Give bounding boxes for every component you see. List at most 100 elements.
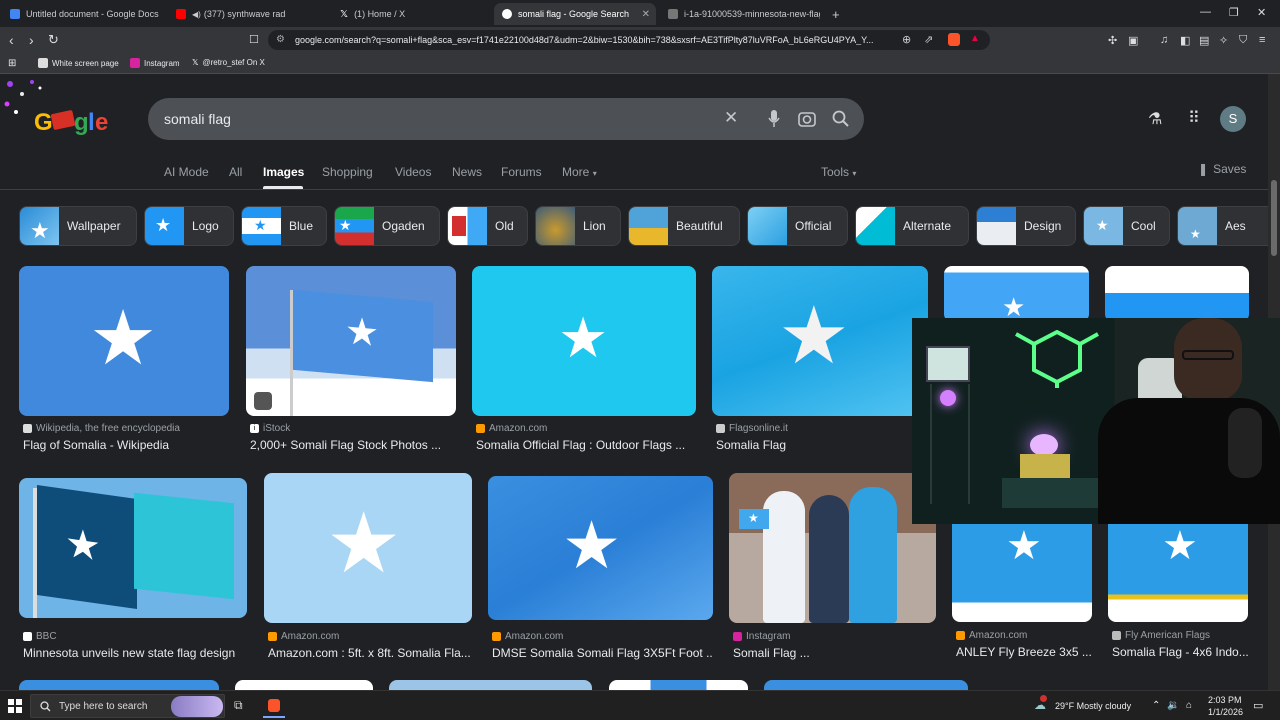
- result-source[interactable]: Fly American Flags: [1112, 630, 1210, 641]
- result-image-partial[interactable]: [764, 680, 968, 690]
- leo-ai-icon[interactable]: ✧: [1219, 34, 1228, 47]
- tab-all[interactable]: All: [229, 165, 242, 179]
- result-image-partial[interactable]: [389, 680, 592, 690]
- chip-lion[interactable]: Lion: [535, 206, 621, 246]
- tab-somali-flag-search[interactable]: somali flag - Google Search ✕: [494, 3, 656, 25]
- chip-logo[interactable]: ★ Logo: [144, 206, 234, 246]
- result-title[interactable]: Flag of Somalia - Wikipedia: [23, 438, 229, 452]
- labs-flask-icon[interactable]: ⚗: [1148, 109, 1162, 129]
- back-icon[interactable]: ‹: [9, 31, 14, 49]
- result-source[interactable]: Amazon.com: [476, 423, 547, 434]
- speaker-icon[interactable]: 🔉: [1167, 700, 1179, 711]
- result-image[interactable]: ★: [19, 478, 247, 618]
- result-card[interactable]: ★ Amazon.com Amazon.com : 5ft. x 8ft. So…: [264, 473, 472, 668]
- wallet-icon[interactable]: ▤: [1199, 34, 1209, 47]
- result-source[interactable]: i iStock: [250, 423, 290, 434]
- chip-design[interactable]: Design: [976, 206, 1076, 246]
- weather-text[interactable]: 29°F Mostly cloudy: [1055, 701, 1131, 711]
- result-image[interactable]: ★: [246, 266, 456, 416]
- bookmark-icon[interactable]: ☐: [249, 31, 259, 49]
- brave-taskbar-button[interactable]: [263, 694, 285, 718]
- result-source[interactable]: Amazon.com: [956, 630, 1027, 641]
- tab-shopping[interactable]: Shopping: [322, 165, 373, 179]
- result-image[interactable]: [1105, 266, 1249, 322]
- bookmark-instagram[interactable]: Instagram: [130, 58, 180, 68]
- result-image[interactable]: ★: [472, 266, 696, 416]
- tab-videos[interactable]: Videos: [395, 165, 431, 179]
- chip-aesthetic[interactable]: ★ Aes: [1177, 206, 1268, 246]
- result-title[interactable]: 2,000+ Somali Flag Stock Photos ...: [250, 438, 456, 452]
- zoom-icon[interactable]: ⊕: [902, 33, 911, 46]
- forward-icon[interactable]: ›: [29, 31, 34, 49]
- menu-icon[interactable]: ≡: [1259, 34, 1265, 46]
- task-view-icon[interactable]: ⧉: [234, 698, 243, 713]
- avatar[interactable]: S: [1220, 106, 1246, 132]
- apps-grid-icon[interactable]: ⊞: [8, 58, 16, 69]
- chip-cool[interactable]: ★ Cool: [1083, 206, 1170, 246]
- notification-icon[interactable]: ▭: [1253, 699, 1263, 712]
- search-box[interactable]: somali flag ✕: [148, 98, 864, 140]
- result-card[interactable]: ★: [944, 266, 1089, 326]
- result-title[interactable]: DMSE Somalia Somali Flag 3X5Ft Foot ...: [492, 646, 713, 660]
- close-window-icon[interactable]: ✕: [1257, 6, 1266, 19]
- result-card[interactable]: ★ i iStock 2,000+ Somali Flag Stock Photo…: [246, 266, 456, 456]
- result-card[interactable]: ★ Wikipedia, the free encyclopedia Flag …: [19, 266, 229, 456]
- scrollbar-thumb[interactable]: [1271, 180, 1277, 256]
- tab-youtube[interactable]: ◀) (377) synthwave radio beats: [168, 3, 286, 25]
- result-image[interactable]: ★: [19, 266, 229, 416]
- result-card[interactable]: [1105, 266, 1249, 326]
- restore-icon[interactable]: ❐: [1229, 6, 1239, 19]
- bookmark-white-screen[interactable]: White screen page: [38, 58, 119, 68]
- result-card[interactable]: ★ Amazon.com DMSE Somalia Somali Flag 3X…: [488, 476, 713, 668]
- result-card[interactable]: ★ Flagsonline.it Somalia Flag: [712, 266, 928, 456]
- result-image-partial[interactable]: [19, 680, 219, 690]
- tab-ai-mode[interactable]: AI Mode: [164, 165, 209, 179]
- tab-x-home[interactable]: 𝕏 (1) Home / X: [332, 3, 492, 25]
- tab-minnesota-flag[interactable]: i-1a-91000539-minnesota-new-flag: [660, 3, 820, 25]
- tab-more[interactable]: More ▾: [562, 165, 597, 179]
- result-image[interactable]: ★: [729, 473, 936, 623]
- tools-button[interactable]: Tools ▾: [821, 165, 856, 179]
- close-tab-icon[interactable]: ✕: [642, 9, 650, 20]
- chip-alternate[interactable]: Alternate: [855, 206, 969, 246]
- brave-rewards-icon[interactable]: ▲: [970, 33, 980, 44]
- minimize-icon[interactable]: —: [1200, 6, 1211, 18]
- search-icon[interactable]: [832, 110, 850, 128]
- tab-forums[interactable]: Forums: [501, 165, 542, 179]
- sidebar-icon[interactable]: ◧: [1180, 34, 1190, 47]
- vpn-icon[interactable]: ⛉: [1239, 34, 1247, 47]
- result-image-partial[interactable]: [609, 680, 748, 690]
- result-card[interactable]: ★ BBC Minnesota unveils new state flag d…: [19, 478, 247, 668]
- result-source[interactable]: Flagsonline.it: [716, 423, 788, 434]
- chip-beautiful[interactable]: Beautiful: [628, 206, 740, 246]
- lens-camera-icon[interactable]: [798, 110, 816, 128]
- result-title[interactable]: Amazon.com : 5ft. x 8ft. Somalia Fla...: [268, 646, 472, 660]
- result-card[interactable]: ★ Fly American Flags Somalia Flag - 4x6 …: [1108, 524, 1248, 668]
- chip-old[interactable]: Old: [447, 206, 528, 246]
- result-image[interactable]: ★: [952, 524, 1092, 622]
- tab-google-docs[interactable]: Untitled document - Google Docs: [2, 3, 168, 25]
- microphone-icon[interactable]: [768, 110, 780, 128]
- result-title[interactable]: Somali Flag ...: [733, 646, 936, 660]
- result-card[interactable]: ★ Amazon.com ANLEY Fly Breeze 3x5 ...: [952, 524, 1092, 668]
- result-source[interactable]: Amazon.com: [268, 631, 339, 642]
- brave-shields-icon[interactable]: [948, 33, 960, 46]
- result-image-partial[interactable]: [235, 680, 373, 690]
- result-card[interactable]: ★ Instagram Somali Flag ...: [729, 473, 936, 668]
- chip-ogaden[interactable]: ★ Ogaden: [334, 206, 440, 246]
- clock-time[interactable]: 2:03 PM: [1208, 695, 1242, 705]
- result-card[interactable]: ★ Amazon.com Somalia Official Flag : Out…: [472, 266, 696, 456]
- result-image[interactable]: ★: [488, 476, 713, 620]
- saves-button[interactable]: ❚ Saves: [1198, 162, 1246, 176]
- screenshot-icon[interactable]: ▣: [1128, 34, 1138, 47]
- result-image[interactable]: ★: [712, 266, 928, 416]
- result-source[interactable]: Wikipedia, the free encyclopedia: [23, 423, 180, 434]
- tray-chevron-icon[interactable]: ⌃: [1152, 700, 1160, 711]
- result-title[interactable]: Somalia Flag: [716, 438, 926, 452]
- bookmark-retro-stef[interactable]: 𝕏 @retro_stef On X: [192, 58, 265, 67]
- network-icon[interactable]: ⌂: [1186, 700, 1192, 711]
- chip-blue[interactable]: ★ Blue: [241, 206, 327, 246]
- windows-start-icon[interactable]: [8, 699, 22, 713]
- chip-official[interactable]: Official: [747, 206, 848, 246]
- result-source[interactable]: Instagram: [733, 631, 790, 642]
